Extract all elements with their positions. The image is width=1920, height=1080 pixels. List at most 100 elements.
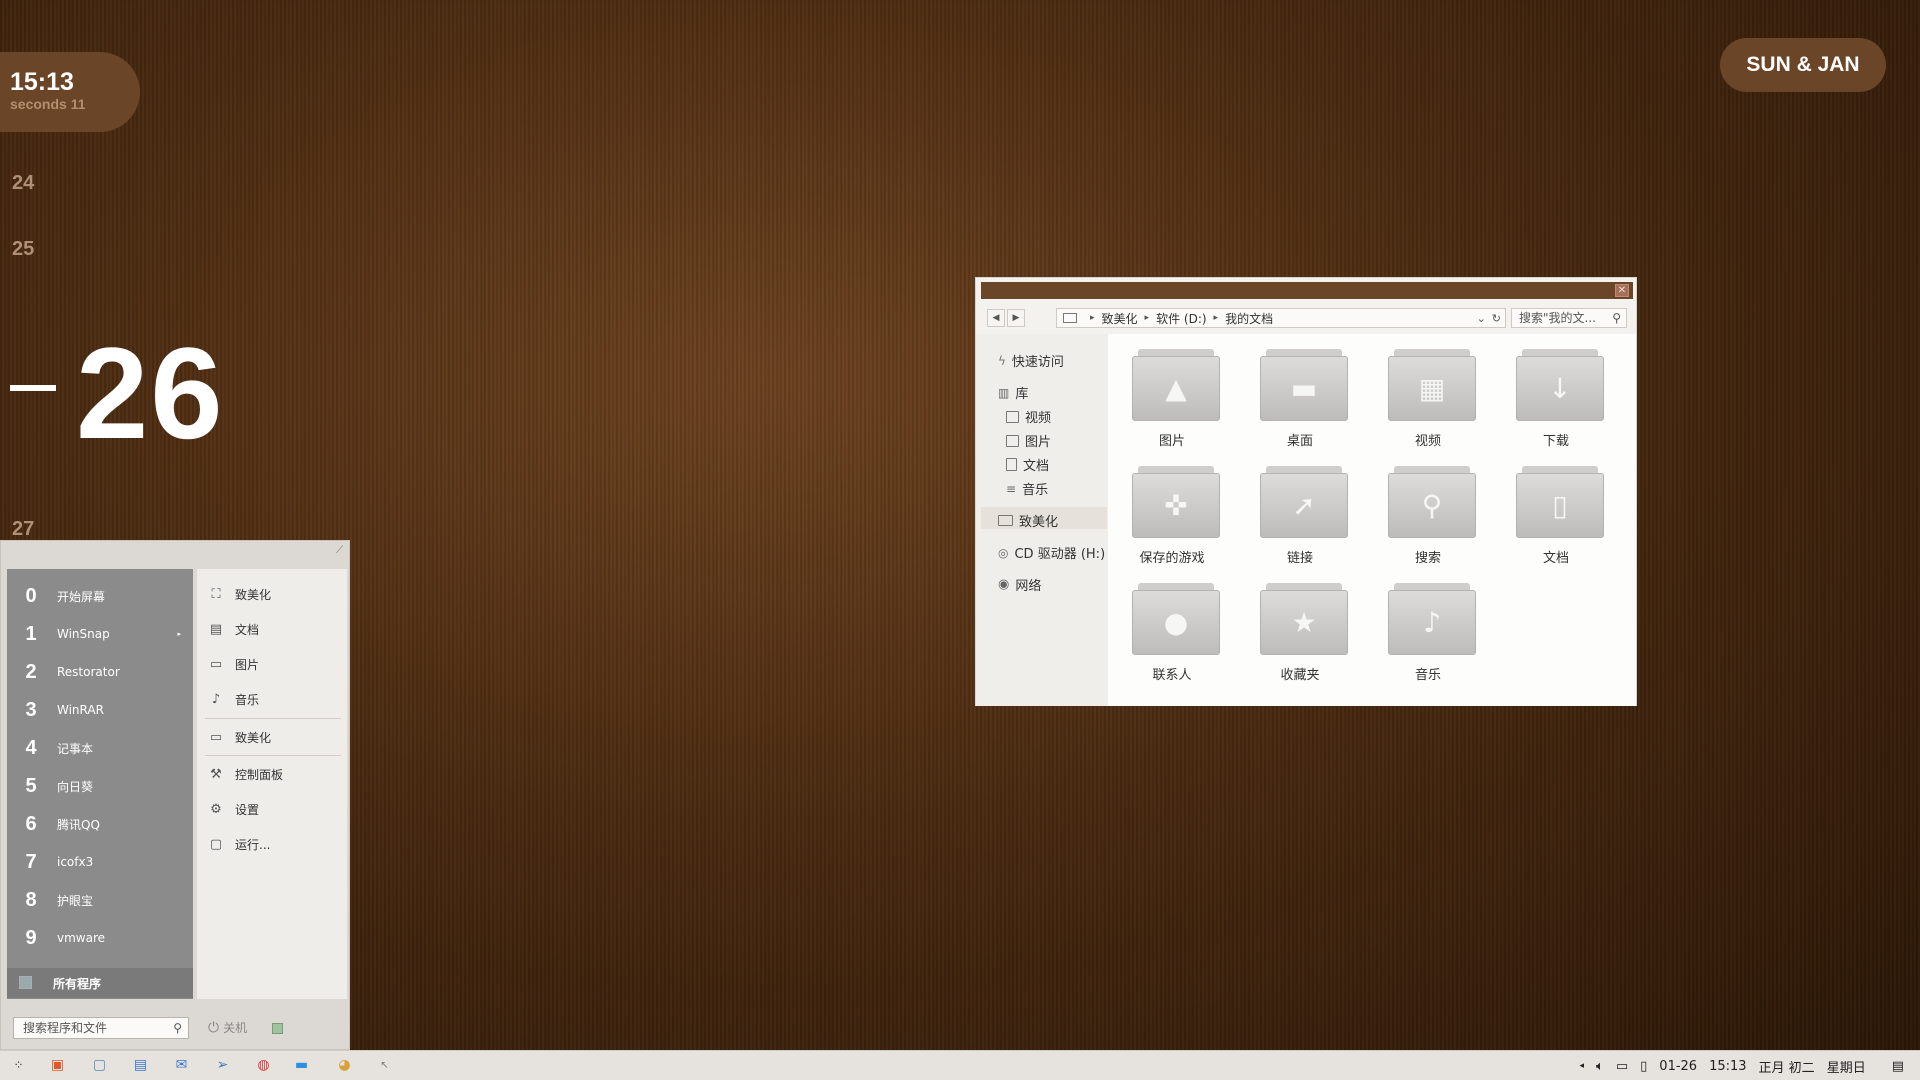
tray-date[interactable]: 01-26 xyxy=(1659,1059,1697,1074)
folder-documents[interactable]: ▯ 文档 xyxy=(1492,462,1620,567)
program-label: icofx3 xyxy=(57,855,94,869)
folder-favorites[interactable]: ★ 收藏夹 xyxy=(1236,579,1364,684)
folder-music[interactable]: ♪ 音乐 xyxy=(1364,579,1492,684)
breadcrumb-item[interactable]: 致美化 xyxy=(1102,310,1138,327)
power-icon: ⏻ xyxy=(208,1019,220,1036)
document-icon xyxy=(1006,458,1017,471)
folder-searches[interactable]: ⚲ 搜索 xyxy=(1364,462,1492,567)
send-icon[interactable]: ➢ xyxy=(214,1057,231,1074)
folder-videos[interactable]: ▦ 视频 xyxy=(1364,345,1492,450)
start-search-input[interactable]: 搜索程序和文件 ⚲ xyxy=(13,1017,189,1039)
chevron-left-icon[interactable]: ◂ xyxy=(1580,1061,1585,1071)
place-run[interactable]: ▢ 运行... xyxy=(209,831,271,857)
place-label: 致美化 xyxy=(235,730,272,745)
nav-libraries[interactable]: ▥ 库 xyxy=(998,383,1028,403)
nav-network[interactable]: ◉ 网络 xyxy=(998,575,1041,594)
nav-label: 视频 xyxy=(1025,411,1052,426)
nav-label: CD 驱动器 (H:) xyxy=(1014,547,1106,562)
search-icon: ⚲ xyxy=(1612,311,1621,325)
volume-icon[interactable]: 🔈︎ xyxy=(1596,1059,1604,1074)
place-pictures[interactable]: ▭ 图片 xyxy=(209,651,259,677)
folder-saved-games[interactable]: ✜ 保存的游戏 xyxy=(1108,462,1236,567)
battery-icon[interactable]: ▯ xyxy=(1640,1059,1647,1074)
place-label: 控制面板 xyxy=(235,767,284,782)
all-programs-button[interactable]: 所有程序 xyxy=(7,968,193,998)
program-label: WinSnap xyxy=(57,627,110,641)
search-icon: ⚲ xyxy=(173,1021,182,1035)
date-pill: SUN & JAN xyxy=(1720,38,1886,92)
program-item[interactable]: 7 icofx3 xyxy=(21,843,181,881)
start-button[interactable]: ⁘ xyxy=(10,1057,27,1074)
folder-label: 音乐 xyxy=(1414,668,1441,683)
link-arrow-icon: ➚ xyxy=(1292,489,1316,522)
program-item[interactable]: 1 WinSnap ▸ xyxy=(21,615,181,653)
chevron-right-icon: ▸ xyxy=(1090,313,1095,323)
folder-desktop[interactable]: ▬ 桌面 xyxy=(1236,345,1364,450)
computer-icon: ▭ xyxy=(209,729,223,745)
close-button[interactable]: ✕ xyxy=(1615,284,1629,297)
nav-music[interactable]: ≡ 音乐 xyxy=(1006,479,1049,499)
office-icon[interactable]: ▣ xyxy=(49,1057,66,1074)
lock-indicator-icon[interactable] xyxy=(272,1023,283,1034)
program-item[interactable]: 8 护眼宝 xyxy=(21,881,181,919)
folder-contacts[interactable]: ● 联系人 xyxy=(1108,579,1236,684)
refresh-icon[interactable]: ↻ xyxy=(1492,312,1501,325)
place-user[interactable]: ⛶ 致美化 xyxy=(209,581,271,607)
place-settings[interactable]: ⚙ 设置 xyxy=(209,796,259,822)
chrome-icon[interactable]: ◕ xyxy=(336,1057,353,1074)
notepad-icon[interactable]: ▤ xyxy=(132,1057,149,1074)
tray-lunar[interactable]: 正月 初二 xyxy=(1759,1057,1815,1076)
nav-label: 音乐 xyxy=(1022,483,1049,498)
system-tray: ◂ 🔈︎ ▭ ▯ 01-26 15:13 正月 初二 星期日 ▤ xyxy=(1580,1051,1905,1080)
title-bar[interactable]: ✕ xyxy=(981,282,1633,299)
program-item[interactable]: 3 WinRAR xyxy=(21,691,181,729)
back-button[interactable]: ◀ xyxy=(987,309,1005,327)
pin-icon[interactable]: ⟋ xyxy=(336,545,343,556)
nav-quick-access[interactable]: ϟ 快速访问 xyxy=(998,351,1064,371)
picture-icon: ▭ xyxy=(209,656,223,672)
mail-icon[interactable]: ✉ xyxy=(173,1057,190,1074)
shutdown-button[interactable]: ⏻ 关机 xyxy=(208,1019,247,1036)
breadcrumb-item[interactable]: 软件 (D:) xyxy=(1156,310,1206,327)
breadcrumb-item[interactable]: 我的文档 xyxy=(1225,310,1273,327)
calendar-day-27: 27 xyxy=(12,518,35,540)
program-item[interactable]: 5 向日葵 xyxy=(21,767,181,805)
download-icon: ↓ xyxy=(1548,372,1572,405)
forward-button[interactable]: ▶ xyxy=(1007,309,1025,327)
folder-label: 保存的游戏 xyxy=(1139,551,1205,566)
nav-this-pc[interactable]: 致美化 xyxy=(998,511,1058,530)
photoshop-icon[interactable]: ▢ xyxy=(91,1057,108,1074)
folder-pictures[interactable]: ▲ 图片 xyxy=(1108,345,1236,450)
tray-time[interactable]: 15:13 xyxy=(1709,1059,1746,1074)
music-app-icon[interactable]: ◍ xyxy=(255,1057,272,1074)
globe-icon: ◉ xyxy=(998,577,1010,592)
program-item[interactable]: 6 腾讯QQ xyxy=(21,805,181,843)
place-music[interactable]: ♪ 音乐 xyxy=(209,686,259,712)
program-item[interactable]: 9 vmware xyxy=(21,919,181,957)
program-item[interactable]: 0 开始屏幕 xyxy=(21,577,181,615)
file-manager-icon[interactable]: ▬ xyxy=(293,1057,310,1074)
address-bar[interactable]: ▸ 致美化 ▸ 软件 (D:) ▸ 我的文档 ⌄ ↻ xyxy=(1056,308,1506,328)
notification-icon[interactable]: ▤ xyxy=(1892,1059,1904,1074)
program-number: 2 xyxy=(25,660,37,683)
current-day-marker xyxy=(10,385,56,391)
nav-videos[interactable]: 视频 xyxy=(1006,407,1051,426)
tray-weekday[interactable]: 星期日 xyxy=(1827,1057,1866,1076)
computer-icon xyxy=(998,515,1013,526)
file-explorer-window: ✕ ◀ ▶ ▸ 致美化 ▸ 软件 (D:) ▸ 我的文档 ⌄ ↻ 搜索"我的文.… xyxy=(975,277,1637,706)
program-number: 5 xyxy=(25,774,37,797)
program-item[interactable]: 4 记事本 xyxy=(21,729,181,767)
program-number: 6 xyxy=(25,812,37,835)
search-input[interactable]: 搜索"我的文... ⚲ xyxy=(1511,308,1627,328)
place-documents[interactable]: ▤ 文档 xyxy=(209,616,259,642)
folder-downloads[interactable]: ↓ 下载 xyxy=(1492,345,1620,450)
place-computer[interactable]: ▭ 致美化 xyxy=(209,724,271,750)
place-control-panel[interactable]: ⚒ 控制面板 xyxy=(209,761,283,787)
nav-documents[interactable]: 文档 xyxy=(1006,455,1049,474)
program-item[interactable]: 2 Restorator xyxy=(21,653,181,691)
nav-pictures[interactable]: 图片 xyxy=(1006,431,1051,450)
folder-links[interactable]: ➚ 链接 xyxy=(1236,462,1364,567)
chevron-down-icon[interactable]: ⌄ xyxy=(1477,312,1486,325)
network-icon[interactable]: ▭ xyxy=(1616,1059,1628,1074)
nav-cd-drive[interactable]: ◎ CD 驱动器 (H:) xyxy=(998,543,1106,563)
